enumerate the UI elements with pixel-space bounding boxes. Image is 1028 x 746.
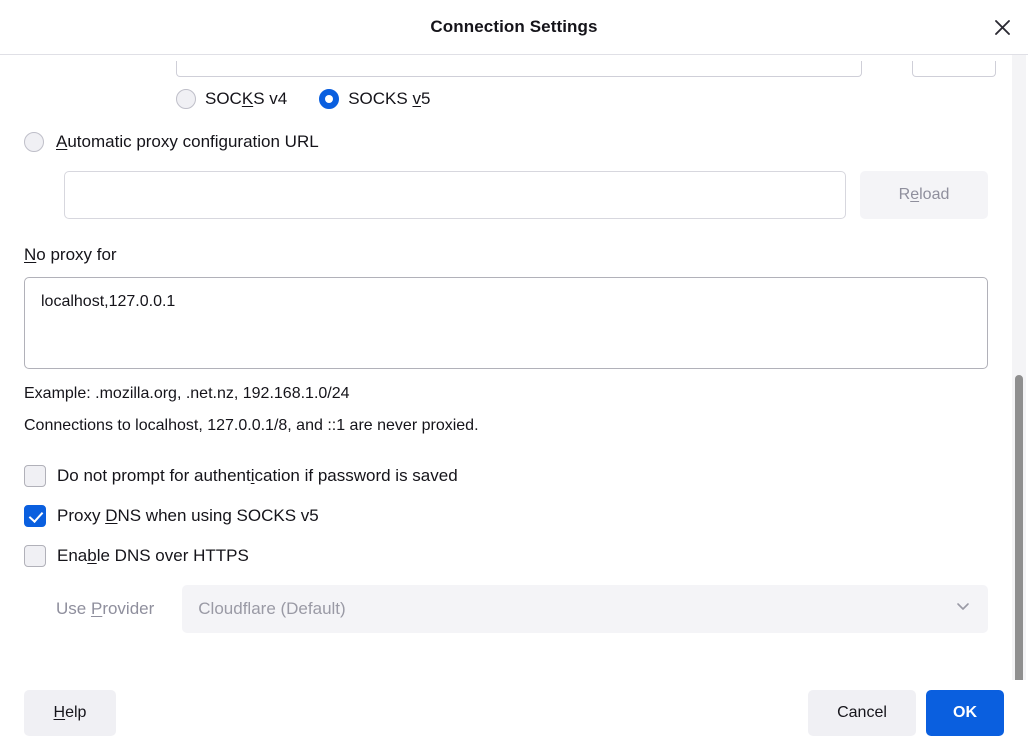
- chevron-down-icon: [954, 597, 972, 620]
- radio-socks-v4-indicator[interactable]: [176, 89, 196, 109]
- pac-url-input[interactable]: [64, 171, 846, 219]
- checkbox-proxy-dns-socks5-indicator[interactable]: [24, 505, 46, 527]
- never-proxied-hint: Connections to localhost, 127.0.0.1/8, a…: [24, 417, 988, 435]
- checkbox-proxy-dns-socks5[interactable]: Proxy DNS when using SOCKS v5: [24, 505, 988, 527]
- radio-socks-v4-label: SOCKS v4: [205, 88, 287, 109]
- checkbox-no-auth-prompt-indicator[interactable]: [24, 465, 46, 487]
- checkbox-proxy-dns-socks5-label: Proxy DNS when using SOCKS v5: [57, 505, 319, 526]
- doh-provider-row: Use Provider Cloudflare (Default): [24, 585, 988, 633]
- dialog-titlebar: Connection Settings: [0, 0, 1028, 55]
- socks-port-input-clipped[interactable]: [912, 61, 996, 77]
- radio-automatic-proxy-config[interactable]: Automatic proxy configuration URL: [24, 131, 988, 152]
- close-button[interactable]: [982, 7, 1022, 47]
- settings-content: SOCKS v4 SOCKS v5 Automatic proxy config…: [0, 55, 1012, 661]
- checkbox-enable-doh-label: Enable DNS over HTTPS: [57, 545, 249, 566]
- checkbox-enable-doh-indicator[interactable]: [24, 545, 46, 567]
- reload-button[interactable]: Reload: [860, 171, 988, 219]
- radio-socks-v5-label: SOCKS v5: [348, 88, 430, 109]
- options-checkbox-group: Do not prompt for authentication if pass…: [24, 465, 988, 567]
- radio-automatic-proxy-config-label: Automatic proxy configuration URL: [56, 131, 319, 152]
- clipped-proxy-fields-row: [24, 55, 988, 77]
- no-proxy-textarea[interactable]: [24, 277, 988, 369]
- settings-scroll-region: SOCKS v4 SOCKS v5 Automatic proxy config…: [0, 55, 1028, 680]
- checkbox-no-auth-prompt-label: Do not prompt for authentication if pass…: [57, 465, 458, 486]
- socks-version-group: SOCKS v4 SOCKS v5: [24, 88, 988, 109]
- checkbox-enable-doh[interactable]: Enable DNS over HTTPS: [24, 545, 988, 567]
- radio-socks-v5[interactable]: SOCKS v5: [319, 88, 430, 109]
- page-title: Connection Settings: [430, 17, 597, 37]
- vertical-scrollbar-thumb[interactable]: [1015, 375, 1023, 680]
- vertical-scrollbar-track[interactable]: [1012, 55, 1026, 680]
- checkbox-no-auth-prompt[interactable]: Do not prompt for authentication if pass…: [24, 465, 988, 487]
- doh-provider-label: Use Provider: [56, 599, 154, 619]
- ok-button[interactable]: OK: [926, 690, 1004, 736]
- connection-settings-dialog: Connection Settings SOCKS v4: [0, 0, 1028, 746]
- help-button[interactable]: Help: [24, 690, 116, 736]
- radio-socks-v5-indicator[interactable]: [319, 89, 339, 109]
- no-proxy-label: No proxy for: [24, 245, 988, 265]
- no-proxy-example-hint: Example: .mozilla.org, .net.nz, 192.168.…: [24, 385, 988, 403]
- radio-automatic-proxy-config-indicator[interactable]: [24, 132, 44, 152]
- pac-url-row: Reload: [24, 171, 988, 219]
- cancel-button[interactable]: Cancel: [808, 690, 916, 736]
- content-bottom-spacer: [24, 633, 988, 661]
- doh-provider-select[interactable]: Cloudflare (Default): [182, 585, 988, 633]
- socks-host-input-clipped[interactable]: [176, 61, 862, 77]
- close-icon: [993, 18, 1012, 37]
- radio-socks-v4[interactable]: SOCKS v4: [176, 88, 287, 109]
- doh-provider-selected-value: Cloudflare (Default): [198, 599, 954, 619]
- dialog-footer: Help Cancel OK: [0, 680, 1028, 746]
